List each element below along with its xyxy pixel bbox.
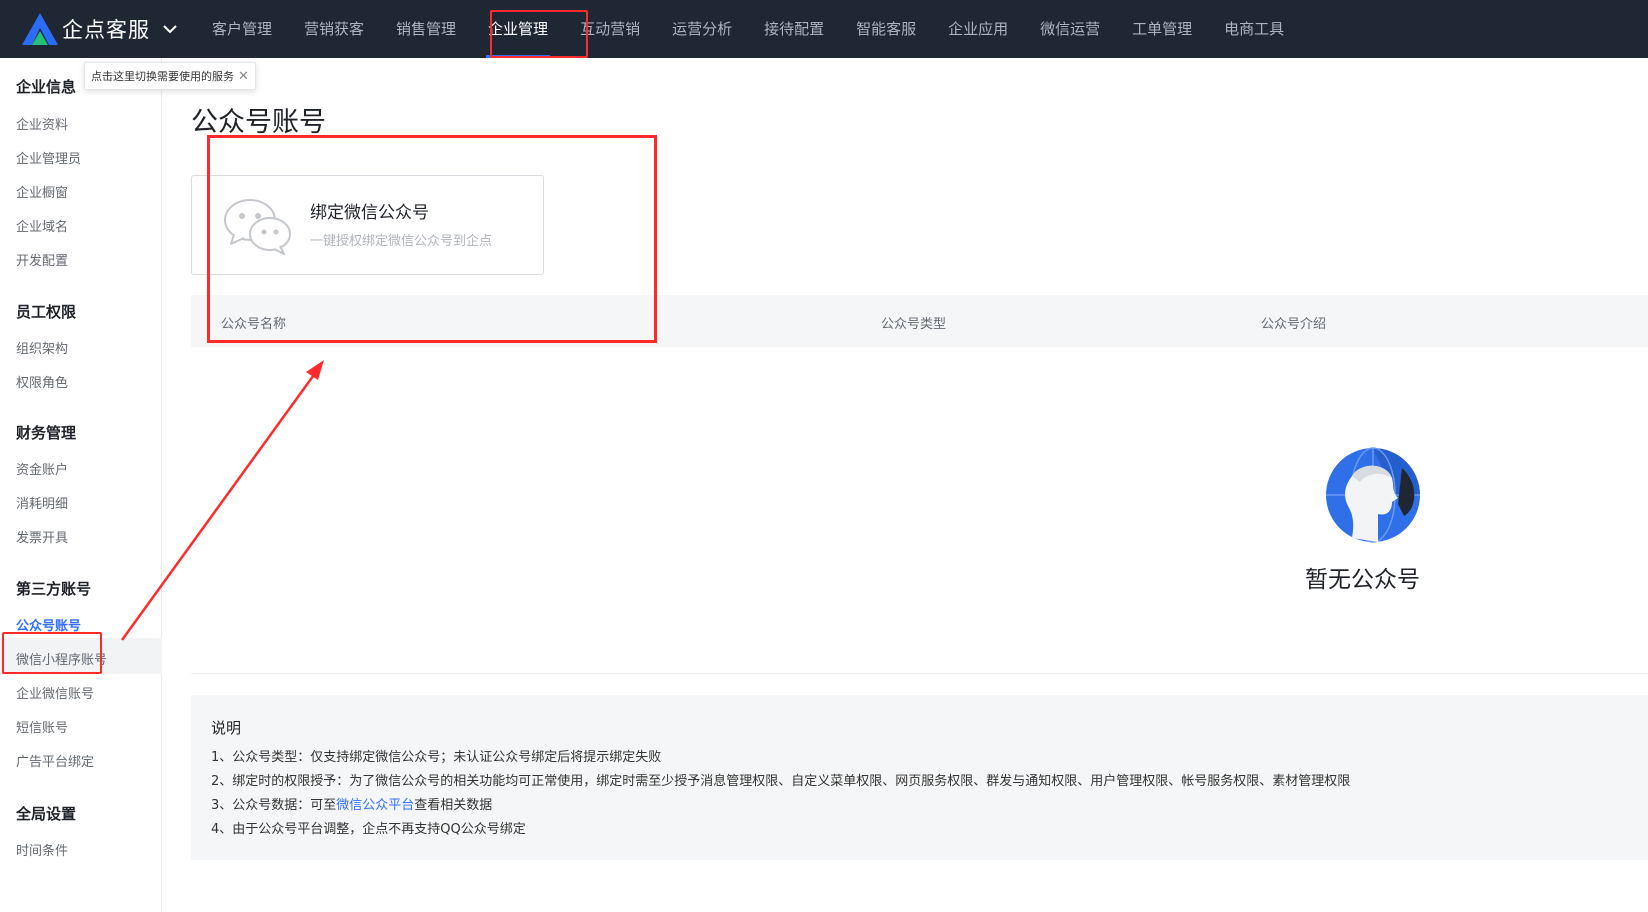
empty-person-globe-icon: [1326, 447, 1420, 543]
nav-item-smart-service[interactable]: 智能客服: [840, 0, 932, 58]
sidebar-item-funds[interactable]: 资金账户: [16, 459, 68, 478]
nav-item-marketing[interactable]: 营销获客: [288, 0, 380, 58]
nav-item-wechat-ops[interactable]: 微信运营: [1024, 0, 1116, 58]
note-item-prefix: 3、公众号数据：可至: [211, 798, 337, 813]
sidebar-group-title: 财务管理: [16, 424, 77, 442]
note-item: 1、公众号类型：仅支持绑定微信公众号；未认证公众号绑定后将提示绑定失败: [211, 750, 662, 765]
nav-item-ecommerce[interactable]: 电商工具: [1208, 0, 1300, 58]
empty-state-text: 暂无公众号: [1305, 567, 1420, 593]
sidebar-item-wecom[interactable]: 企业微信账号: [16, 683, 94, 702]
sidebar-item-domain[interactable]: 企业域名: [16, 216, 68, 235]
sidebar-item-showcase[interactable]: 企业橱窗: [16, 182, 68, 201]
note-item: 4、由于公众号平台调整，企点不再支持QQ公众号绑定: [211, 822, 526, 837]
sidebar-item-official-accounts[interactable]: 公众号账号: [16, 615, 81, 634]
sidebar-item-miniprogram[interactable]: 微信小程序账号: [16, 649, 107, 668]
note-item: 3、公众号数据：可至微信公众平台查看相关数据: [211, 794, 1648, 818]
sidebar-group-title: 员工权限: [16, 303, 77, 321]
nav-item-sales[interactable]: 销售管理: [380, 0, 472, 58]
column-header-intro: 公众号介绍: [1261, 317, 1327, 332]
note-item: 2、绑定时的权限授予：为了微信公众号的相关功能均可正常使用，绑定时需至少授予消息…: [211, 774, 1351, 789]
nav-item-apps[interactable]: 企业应用: [932, 0, 1024, 58]
table-header: 公众号名称 公众号类型 公众号介绍: [191, 295, 1648, 347]
page-title: 公众号账号: [191, 107, 326, 138]
bind-wechat-card[interactable]: 绑定微信公众号 一键授权绑定微信公众号到企点: [191, 175, 544, 275]
sidebar-item-sms[interactable]: 短信账号: [16, 717, 68, 736]
wechat-icon: [224, 199, 291, 255]
main-nav: 客户管理 营销获客 销售管理 企业管理 互动营销 运营分析 接待配置 智能客服 …: [196, 0, 1300, 58]
column-header-name: 公众号名称: [221, 317, 287, 332]
bind-card-title: 绑定微信公众号: [310, 203, 429, 223]
bind-card-subtitle: 一键授权绑定微信公众号到企点: [310, 234, 493, 249]
sidebar-item-profile[interactable]: 企业资料: [16, 114, 68, 133]
note-item-suffix: 查看相关数据: [414, 798, 493, 813]
brand-switcher[interactable]: 企点客服: [22, 12, 178, 46]
sidebar-group-title: 企业信息: [16, 78, 77, 96]
sidebar-item-admins[interactable]: 企业管理员: [16, 148, 81, 167]
sidebar-item-time-condition[interactable]: 时间条件: [16, 840, 68, 859]
sidebar-item-roles[interactable]: 权限角色: [16, 372, 68, 391]
sidebar: 企业信息 企业资料 企业管理员 企业橱窗 企业域名 开发配置 员工权限 组织架构…: [0, 58, 162, 912]
close-icon[interactable]: ✕: [238, 69, 249, 84]
wechat-platform-link[interactable]: 微信公众平台: [336, 798, 414, 813]
nav-item-analytics[interactable]: 运营分析: [656, 0, 748, 58]
sidebar-item-invoice[interactable]: 发票开具: [16, 527, 68, 546]
sidebar-group-title: 全局设置: [16, 805, 77, 823]
sidebar-group-title: 第三方账号: [16, 580, 92, 598]
sidebar-item-ad-platform[interactable]: 广告平台绑定: [16, 751, 94, 770]
section-divider: [191, 673, 1648, 674]
nav-item-reception[interactable]: 接待配置: [748, 0, 840, 58]
tooltip-text: 点击这里切换需要使用的服务: [91, 70, 234, 83]
nav-item-customer[interactable]: 客户管理: [196, 0, 288, 58]
column-header-type: 公众号类型: [881, 317, 947, 332]
nav-item-interactive[interactable]: 互动营销: [564, 0, 656, 58]
chevron-down-icon: [163, 25, 177, 34]
notes-panel: 说明 1、公众号类型：仅支持绑定微信公众号；未认证公众号绑定后将提示绑定失败 2…: [191, 695, 1648, 860]
top-nav-bar: 企点客服 客户管理 营销获客 销售管理 企业管理 互动营销 运营分析 接待配置 …: [0, 0, 1648, 58]
sidebar-item-dev-config[interactable]: 开发配置: [16, 250, 68, 269]
nav-item-enterprise[interactable]: 企业管理: [472, 0, 564, 58]
notes-title: 说明: [211, 719, 242, 737]
brand-name: 企点客服: [62, 18, 150, 42]
service-switch-tooltip: 点击这里切换需要使用的服务 ✕: [84, 62, 256, 90]
qidian-logo-icon: [22, 13, 58, 45]
nav-item-tickets[interactable]: 工单管理: [1116, 0, 1208, 58]
sidebar-item-consumption[interactable]: 消耗明细: [16, 493, 68, 512]
sidebar-item-org[interactable]: 组织架构: [16, 338, 68, 357]
